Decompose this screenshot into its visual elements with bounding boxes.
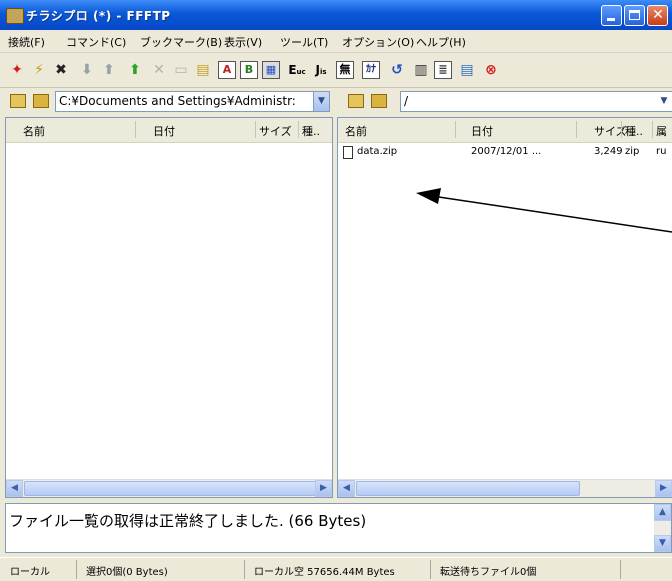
close-icon: ✕	[652, 7, 664, 23]
detail-view-icon[interactable]: ≣	[434, 61, 452, 79]
chevron-down-icon[interactable]: ▼	[656, 92, 672, 111]
maximize-button[interactable]	[624, 5, 645, 26]
menu-tools[interactable]: ツール(T)	[280, 34, 328, 50]
menu-bar: 接続(F) コマンド(C) ブックマーク(B) 表示(V) ツール(T) オプシ…	[0, 30, 672, 53]
menu-help[interactable]: ヘルプ(H)	[416, 34, 466, 50]
auto-mode-icon[interactable]: ▦	[262, 61, 280, 79]
app-icon	[6, 8, 24, 24]
window-title: チラシプロ (*) - FFFTP	[26, 9, 171, 23]
abort-icon[interactable]: ⊗	[482, 61, 500, 79]
menu-command[interactable]: コマンド(C)	[66, 34, 126, 50]
scroll-down-icon[interactable]: ▼	[654, 535, 671, 552]
column-type[interactable]: 種..	[625, 123, 643, 139]
status-free-space: ローカル空 57656.44M Bytes	[254, 567, 395, 578]
column-name[interactable]: 名前	[345, 123, 367, 139]
close-button[interactable]: ✕	[647, 5, 668, 26]
euc-kanji-icon[interactable]: Euc	[288, 61, 306, 79]
log-message: ファイル一覧の取得は正常終了しました. (66 Bytes)	[9, 512, 367, 530]
log-panel[interactable]: ファイル一覧の取得は正常終了しました. (66 Bytes) ▲ ▼	[5, 503, 672, 553]
column-date[interactable]: 日付	[471, 123, 493, 139]
remote-horizontal-scrollbar[interactable]: ◀ ▶	[338, 479, 672, 497]
local-open-folder-icon[interactable]	[33, 94, 49, 108]
local-horizontal-scrollbar[interactable]: ◀ ▶	[6, 479, 332, 497]
download-icon[interactable]: ⬇	[78, 61, 96, 79]
chevron-down-icon[interactable]: ▼	[313, 92, 329, 111]
scroll-right-icon[interactable]: ▶	[315, 480, 332, 497]
column-attr[interactable]: 属	[656, 123, 667, 139]
disconnect-icon[interactable]: ✖	[52, 61, 70, 79]
title-bar[interactable]: チラシプロ (*) - FFFTP ✕	[0, 0, 672, 30]
column-name[interactable]: 名前	[23, 123, 45, 139]
local-file-list[interactable]: 名前 日付 サイズ 種.. ◀ ▶	[5, 117, 333, 498]
remote-column-header: 名前 日付 サイズ 種.. 属	[338, 118, 672, 143]
column-type[interactable]: 種..	[302, 123, 320, 139]
status-transfer-queue: 転送待ちファイル0個	[440, 567, 537, 578]
file-type: zip	[625, 146, 640, 157]
file-attr: ru	[656, 146, 667, 157]
remote-file-list[interactable]: 名前 日付 サイズ 種.. 属 data.zip 2007/12/01 ... …	[337, 117, 672, 498]
file-date: 2007/12/01 ...	[471, 146, 542, 157]
scroll-thumb[interactable]	[24, 481, 316, 496]
path-bar: C:¥Documents and Settings¥Administr: ▼ /…	[0, 88, 672, 116]
minimize-button[interactable]	[601, 5, 622, 26]
status-selected: 選択0個(0 Bytes)	[86, 567, 168, 578]
rename-icon[interactable]: ▭	[172, 61, 190, 79]
menu-options[interactable]: オプション(O)	[342, 34, 414, 50]
local-path-input[interactable]: C:¥Documents and Settings¥Administr: ▼	[55, 91, 330, 112]
jis-kanji-icon[interactable]: Jis	[312, 61, 330, 79]
no-conversion-button[interactable]: 無	[336, 61, 354, 79]
file-icon	[343, 146, 353, 159]
ascii-mode-icon[interactable]: A	[218, 61, 236, 79]
status-bar: ローカル 選択0個(0 Bytes) ローカル空 57656.44M Bytes…	[0, 557, 672, 581]
connect-icon[interactable]: ✦	[8, 61, 26, 79]
scroll-left-icon[interactable]: ◀	[6, 480, 23, 497]
local-column-header: 名前 日付 サイズ 種..	[6, 118, 332, 143]
scroll-left-icon[interactable]: ◀	[338, 480, 355, 497]
menu-bookmark[interactable]: ブックマーク(B)	[140, 34, 222, 50]
table-row[interactable]: data.zip 2007/12/01 ... 3,249 zip ru	[338, 144, 672, 160]
local-up-folder-icon[interactable]	[10, 94, 26, 108]
scroll-right-icon[interactable]: ▶	[655, 480, 672, 497]
column-date[interactable]: 日付	[153, 123, 175, 139]
kana-conversion-button[interactable]: ｶﾅ	[362, 61, 380, 79]
mirror-upload-icon[interactable]: ⬆	[126, 61, 144, 79]
file-name: data.zip	[357, 146, 398, 157]
remote-path-input[interactable]: / ▼	[400, 91, 672, 112]
delete-icon[interactable]: ✕	[150, 61, 168, 79]
column-size[interactable]: サイズ	[259, 123, 292, 139]
remote-open-folder-icon[interactable]	[371, 94, 387, 108]
binary-mode-icon[interactable]: B	[240, 61, 258, 79]
new-folder-icon[interactable]: ▤	[194, 61, 212, 79]
file-size: 3,249	[594, 146, 623, 157]
folder-sync-icon[interactable]: ▤	[458, 61, 476, 79]
list-view-icon[interactable]: ▥	[412, 61, 430, 79]
quick-connect-icon[interactable]: ⚡	[30, 61, 48, 79]
remote-up-folder-icon[interactable]	[348, 94, 364, 108]
scroll-up-icon[interactable]: ▲	[654, 504, 671, 521]
toolbar: ✦ ⚡ ✖ ⬇ ⬆ ⬆ ✕ ▭ ▤ A B ▦ Euc Jis 無 ｶﾅ ↺ ▥…	[0, 53, 672, 88]
log-vertical-scrollbar[interactable]: ▲ ▼	[654, 504, 671, 552]
menu-connect[interactable]: 接続(F)	[8, 34, 45, 50]
status-local: ローカル	[10, 567, 50, 578]
scroll-thumb[interactable]	[356, 481, 580, 496]
upload-icon[interactable]: ⬆	[100, 61, 118, 79]
menu-view[interactable]: 表示(V)	[224, 34, 262, 50]
refresh-icon[interactable]: ↺	[388, 61, 406, 79]
